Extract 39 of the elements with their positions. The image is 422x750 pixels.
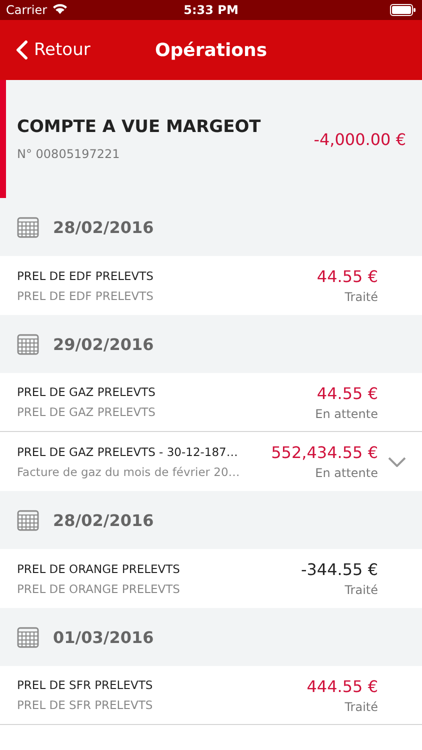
- account-name: COMPTE A VUE MARGEOT: [17, 117, 261, 137]
- account-balance: -4,000.00 €: [314, 130, 406, 148]
- operation-amount: 44.55 €: [316, 267, 378, 286]
- operation-detail: PREL DE SFR PRELEVTS: [17, 698, 154, 712]
- operation-label: PREL DE EDF PRELEVTS: [17, 268, 154, 282]
- calendar-icon: [17, 509, 39, 531]
- operation-amount: 44.55 €: [316, 384, 378, 402]
- operation-status: Traité: [344, 290, 378, 304]
- back-button[interactable]: Retour: [0, 40, 90, 60]
- date-label: 29/02/2016: [53, 334, 154, 354]
- status-time: 5:33 PM: [184, 3, 238, 17]
- operation-status: Traité: [344, 583, 378, 597]
- operation-label: PREL DE SFR PRELEVTS: [17, 678, 154, 692]
- date-label: 01/03/2016: [53, 628, 154, 646]
- calendar-icon: [17, 626, 39, 648]
- operation-detail: PREL DE EDF PRELEVTS: [17, 288, 154, 302]
- operation-detail: Facture de gaz du mois de février 20…: [17, 464, 241, 478]
- operation-label: PREL DE ORANGE PRELEVTS: [17, 562, 181, 576]
- account-number: N° 00805197221: [17, 147, 121, 161]
- calendar-icon: [17, 333, 39, 355]
- operation-status: En attente: [315, 406, 378, 420]
- operation-amount: 552,434.55 €: [271, 443, 378, 462]
- wifi-icon: [52, 3, 68, 15]
- screen-title: Opérations: [154, 40, 268, 60]
- carrier-label: Carrier: [6, 3, 48, 17]
- chevron-down-icon[interactable]: [388, 456, 406, 466]
- operation-detail: PREL DE ORANGE PRELEVTS: [17, 582, 181, 596]
- chevron-left-icon: [16, 40, 28, 60]
- operation-detail: PREL DE GAZ PRELEVTS: [17, 405, 156, 419]
- calendar-icon: [17, 216, 39, 238]
- operation-status: En attente: [315, 466, 378, 480]
- date-label: 28/02/2016: [53, 218, 154, 236]
- operation-amount: -344.55 €: [300, 560, 378, 579]
- date-label: 28/02/2016: [53, 510, 154, 530]
- operation-label: PREL DE GAZ PRELEVTS - 30-12-187…: [17, 444, 239, 458]
- operation-label: PREL DE GAZ PRELEVTS: [17, 385, 156, 399]
- operation-status: Traité: [344, 700, 378, 714]
- operation-amount: 444.55 €: [306, 676, 378, 696]
- battery-icon: [390, 4, 416, 16]
